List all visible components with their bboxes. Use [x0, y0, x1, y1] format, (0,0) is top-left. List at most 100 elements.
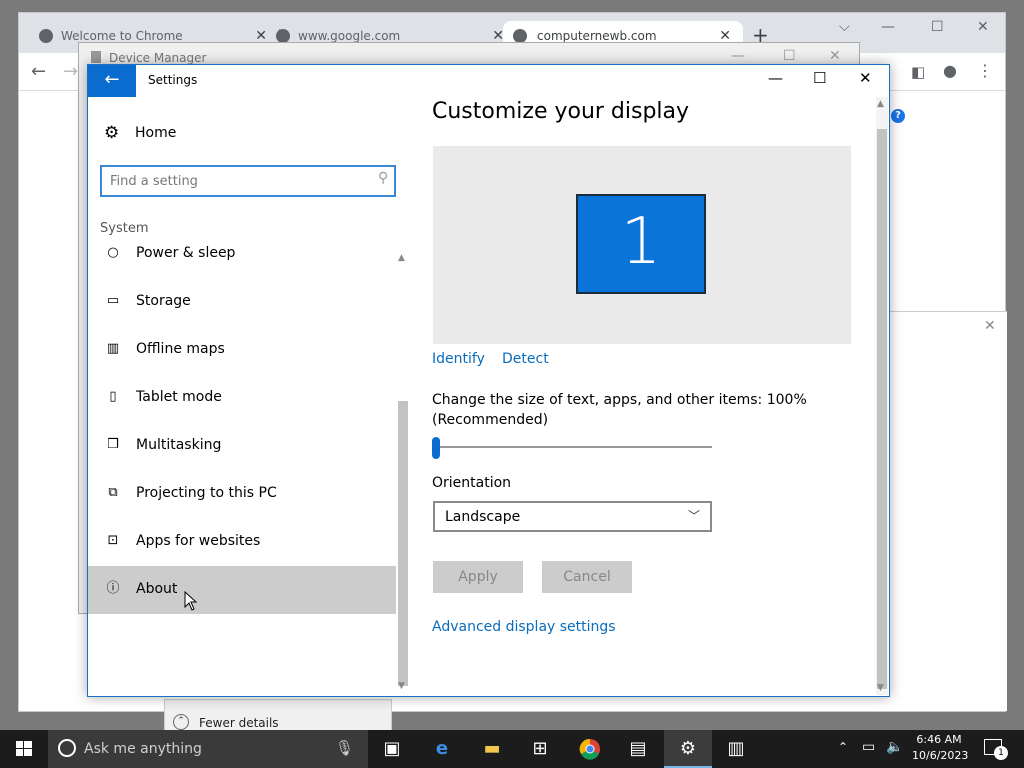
taskbar-search[interactable]: Ask me anything 🎙 [48, 730, 368, 768]
fewer-details-link[interactable]: Fewer details [199, 716, 279, 730]
search-icon[interactable]: ⚲ [378, 170, 388, 186]
clock-date[interactable]: 10/6/2023 [912, 749, 968, 762]
back-arrow-icon[interactable]: ← [31, 61, 46, 82]
section-header: System [100, 221, 149, 236]
mouse-cursor-icon [184, 591, 198, 611]
scale-slider-thumb[interactable] [432, 437, 440, 459]
scroll-up-icon[interactable]: ▲ [877, 99, 884, 109]
close-button[interactable]: ✕ [829, 48, 841, 64]
menu-icon[interactable]: ⋮ [977, 61, 993, 80]
orientation-dropdown[interactable]: Landscape ﹀ [433, 501, 712, 532]
network-icon[interactable]: ▭ [862, 739, 875, 755]
sidebar-item-label: Apps for websites [136, 533, 261, 549]
maximize-button[interactable]: ☐ [931, 19, 944, 35]
sidebar-item-label: Power & sleep [136, 245, 236, 261]
advanced-display-settings-link[interactable]: Advanced display settings [432, 619, 616, 635]
sidebar-item-label: Multitasking [136, 437, 222, 453]
device-manager-taskbar-icon[interactable]: ▤ [614, 730, 662, 768]
map-icon: ▥ [106, 341, 120, 356]
settings-taskbar-icon[interactable]: ⚙ [664, 730, 712, 768]
start-button[interactable] [0, 730, 48, 768]
help-icon[interactable]: ? [891, 109, 905, 123]
chevron-down-icon[interactable]: ⌵ [839, 19, 850, 35]
sidebar-item-label: Offline maps [136, 341, 225, 357]
close-button[interactable]: ✕ [859, 69, 872, 87]
chrome-icon[interactable] [566, 730, 614, 768]
apply-button[interactable]: Apply [433, 561, 523, 593]
device-manager-icon [91, 51, 101, 63]
cancel-button[interactable]: Cancel [542, 561, 632, 593]
identify-link[interactable]: Identify [432, 351, 485, 367]
sidebar-item-about[interactable]: ⓘ About [88, 566, 396, 614]
minimize-button[interactable]: — [768, 69, 783, 87]
edge-icon[interactable]: e [418, 730, 466, 768]
display-preview-area: 1 [433, 146, 851, 344]
sidebar-item-label: About [136, 581, 178, 597]
back-button[interactable]: ← [88, 65, 136, 97]
windows-logo-icon [16, 741, 32, 756]
sidebar-item-label: Storage [136, 293, 191, 309]
chrome-tab-label: Welcome to Chrome [61, 29, 183, 43]
close-icon[interactable]: ✕ [984, 318, 996, 334]
volume-muted-icon[interactable]: 🔈 [886, 739, 903, 755]
task-view-icon[interactable]: ▣ [368, 730, 416, 768]
content-scrollbar[interactable]: ▲ ▼ [876, 97, 888, 695]
sidebar-item-apps-for-websites[interactable]: ⊡ Apps for websites [88, 518, 396, 566]
orientation-label: Orientation [432, 475, 512, 491]
nav-scrollbar[interactable]: ▲ ▼ [396, 249, 410, 693]
maximize-button[interactable]: ☐ [813, 69, 826, 87]
globe-icon [39, 29, 53, 43]
store-icon[interactable]: ⊞ [516, 730, 564, 768]
storage-icon: ▭ [106, 293, 120, 308]
info-icon: ⓘ [106, 581, 120, 596]
chevron-up-icon[interactable]: ⌃ [173, 714, 189, 730]
search-input[interactable] [110, 171, 360, 191]
orientation-value: Landscape [445, 509, 521, 525]
sidebar-item-storage[interactable]: ▭ Storage [88, 278, 396, 326]
clock-time[interactable]: 6:46 AM [912, 733, 966, 746]
content-scrollbar-thumb[interactable] [877, 129, 887, 689]
forward-arrow-icon[interactable]: → [63, 61, 78, 82]
chrome-tab-label: www.google.com [298, 29, 401, 43]
monitor-1-tile[interactable]: 1 [576, 194, 706, 294]
scroll-down-icon[interactable]: ▼ [877, 683, 884, 693]
close-button[interactable]: ✕ [977, 19, 989, 35]
taskbar: Ask me anything 🎙 ▣ e ▬ ⊞ ▤ ⚙ ▥ ⌃ ▭ 🔈 6:… [0, 730, 1024, 768]
power-icon: ○ [107, 245, 119, 260]
detect-link[interactable]: Detect [502, 351, 549, 367]
microphone-icon[interactable]: 🎙 [335, 739, 354, 757]
sidebar-item-projecting[interactable]: ⧉ Projecting to this PC [88, 470, 396, 518]
globe-icon [513, 29, 527, 43]
sidebar-item-offline-maps[interactable]: ▥ Offline maps [88, 326, 396, 374]
search-box[interactable]: ⚲ [100, 165, 396, 197]
chrome-tab-label: computernewb.com [537, 29, 657, 43]
minimize-button[interactable]: — [881, 19, 895, 35]
sidebar-item-power-sleep[interactable]: ○ Power & sleep [88, 245, 396, 278]
sidebar-item-label: Projecting to this PC [136, 485, 277, 501]
sidebar-icon[interactable]: ◧ [911, 63, 925, 81]
scroll-down-icon[interactable]: ▼ [398, 681, 405, 691]
minimize-button[interactable]: — [731, 48, 745, 64]
projecting-icon: ⧉ [108, 485, 118, 500]
task-manager-strip: ⌃ Fewer details [164, 699, 392, 731]
scroll-up-icon[interactable]: ▲ [398, 253, 405, 263]
device-manager-title: Device Manager [109, 51, 207, 65]
sidebar-item-multitasking[interactable]: ❒ Multitasking [88, 422, 396, 470]
notification-badge: 1 [994, 746, 1008, 760]
scale-label: Change the size of text, apps, and other… [432, 392, 807, 428]
file-explorer-icon[interactable]: ▬ [468, 730, 516, 768]
task-manager-taskbar-icon[interactable]: ▥ [712, 730, 760, 768]
chrome-page-content [889, 311, 1007, 711]
taskbar-search-placeholder: Ask me anything [84, 741, 202, 757]
scale-slider-track[interactable] [434, 446, 712, 448]
nav-scrollbar-thumb[interactable] [398, 401, 408, 686]
back-arrow-icon: ← [104, 69, 120, 90]
tablet-icon: ▯ [109, 389, 117, 404]
chevron-up-icon[interactable]: ⌃ [838, 740, 848, 754]
profile-icon[interactable]: ● [943, 61, 957, 80]
maximize-button[interactable]: ☐ [783, 48, 796, 64]
page-title: Customize your display [432, 99, 690, 124]
window-title: Settings [148, 73, 198, 87]
settings-nav-list: ○ Power & sleep ▭ Storage ▥ Offline maps… [88, 245, 410, 693]
sidebar-item-tablet-mode[interactable]: ▯ Tablet mode [88, 374, 396, 422]
